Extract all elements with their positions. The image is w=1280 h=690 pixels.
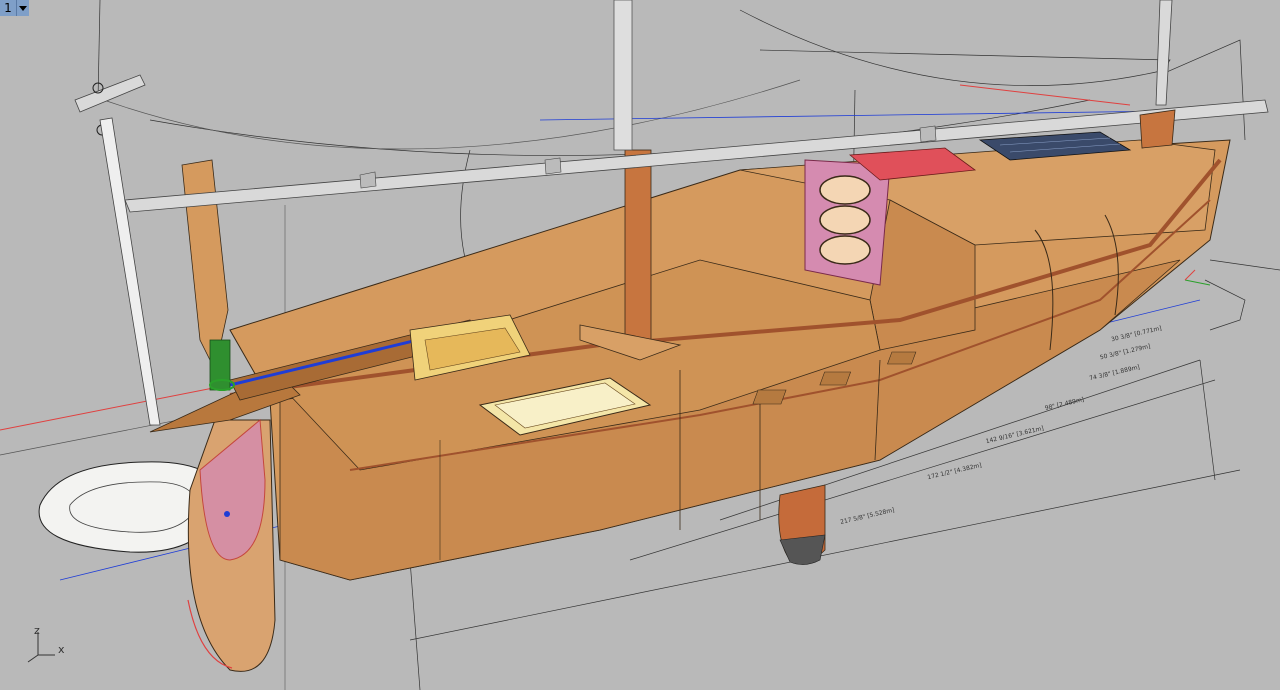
red-axis-line-top [959,84,1131,106]
keel [778,484,826,565]
vent-panel [804,159,891,286]
bow-axis-marker [1184,269,1211,286]
viewport-menu-dropdown-icon[interactable] [17,0,29,16]
viewport-number[interactable]: 1 [0,0,17,16]
dimension-label-2: 74 3/8" [1.889m] [1089,364,1141,382]
dimension-label-0: 30 3/8" [0.771m] [1110,325,1162,343]
axis-x-label: x [58,643,65,656]
world-axis-gizmo [27,632,55,663]
dimension-label-6: 217 5/8" [5.528m] [840,507,896,526]
dimension-label-3: 98" [2.489m] [1044,396,1085,412]
axis-z-label: z [34,624,40,637]
boat-model-scene[interactable]: 30 3/8" [0.771m] 50 3/8" [1.279m] 74 3/8… [0,0,1280,690]
rudder-blade [187,419,276,672]
viewport-tab[interactable]: 1 [0,0,29,16]
dimension-label-5: 172 1/2" [4.382m] [927,462,983,481]
rhino-perspective-viewport[interactable]: 1 30 3/8" [0.771m] 50 3/8" [1.279m] 74 3… [0,0,1280,690]
dimension-label-1: 50 3/8" [1.279m] [1099,343,1151,361]
